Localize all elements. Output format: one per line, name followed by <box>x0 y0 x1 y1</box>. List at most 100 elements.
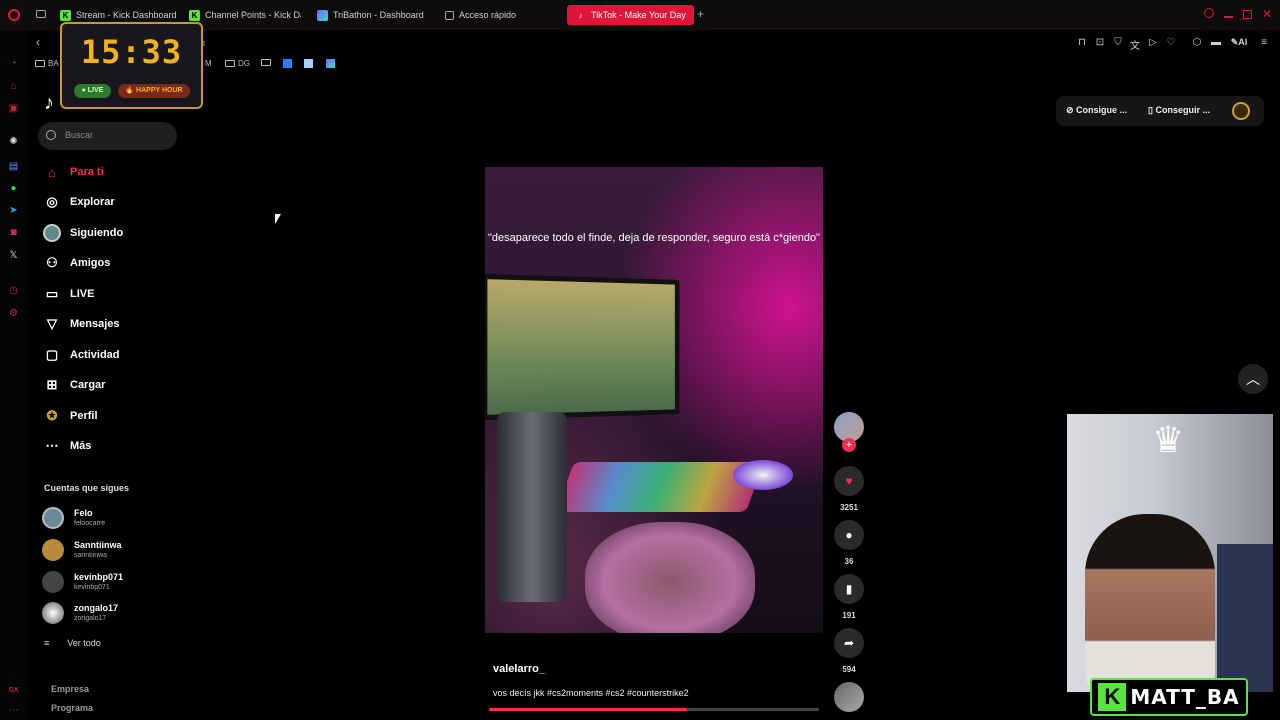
close-window-icon[interactable]: ✕ <box>1262 7 1272 21</box>
footer-programa[interactable]: Programa <box>51 703 93 713</box>
settings-icon[interactable]: ⚙ <box>7 307 20 320</box>
x-twitter-icon[interactable]: 𝕏 <box>7 249 20 262</box>
button-label: Conseguir ... <box>1155 105 1210 115</box>
streamer-name: MATT_BA <box>1130 685 1239 709</box>
heart-icon[interactable]: ♡ <box>1165 37 1177 48</box>
minimize-icon[interactable] <box>1224 16 1233 18</box>
nav-perfil[interactable]: ✪ Perfil <box>40 405 98 427</box>
play-icon[interactable]: ▷ <box>1147 37 1159 48</box>
nav-cargar[interactable]: ⊞ Cargar <box>40 374 105 396</box>
folder-icon <box>225 60 235 67</box>
workspace-icon[interactable] <box>36 10 46 18</box>
profile-avatar-icon[interactable] <box>1232 102 1250 120</box>
bookmark-favicon[interactable] <box>326 59 335 68</box>
maximize-icon[interactable] <box>1243 10 1252 19</box>
bookmark-favicon[interactable] <box>283 59 292 68</box>
bookmark-favicon[interactable] <box>304 59 313 68</box>
nav-para-ti[interactable]: ⌂ Para ti <box>40 161 104 183</box>
scroll-up-button[interactable]: ︿ <box>1238 364 1268 394</box>
nav-label: Explorar <box>70 196 115 208</box>
tab-kick-channel-points[interactable]: K Channel Points - Kick Das <box>189 5 301 25</box>
adblock-shield-icon[interactable]: ⛉ <box>1112 37 1124 48</box>
get-app-button[interactable]: ▯ Conseguir ... <box>1148 105 1210 116</box>
following-account-felo[interactable]: Felo feloocarre <box>42 505 105 531</box>
speed-dial-icon[interactable]: ◔ <box>7 57 20 70</box>
compass-icon: ◎ <box>40 193 64 211</box>
bookmark-label: BA <box>48 59 59 68</box>
gx-control-icon[interactable]: ⌂ <box>7 80 20 93</box>
instagram-icon[interactable]: ◙ <box>7 226 20 239</box>
tab-tiktok[interactable]: ♪ TikTok - Make Your Day <box>567 5 694 25</box>
battery-icon[interactable]: ▬ <box>1210 37 1222 48</box>
following-account-sanntiinwa[interactable]: Sanntiinwa sanntiinwa <box>42 537 122 563</box>
bookmark-tribathon-icon <box>326 59 335 68</box>
bookmark-folder[interactable]: M <box>205 59 212 68</box>
nav-siguiendo[interactable]: Siguiendo <box>40 222 123 244</box>
kick-icon: K <box>60 10 71 21</box>
comment-button[interactable]: ● <box>834 520 864 550</box>
more-dots-icon[interactable]: ⋯ <box>7 704 20 717</box>
send-icon: ▽ <box>40 315 64 333</box>
nav-mensajes[interactable]: ▽ Mensajes <box>40 313 120 335</box>
webcam-person <box>1085 514 1215 692</box>
account-name: kevinbp071 <box>74 572 123 583</box>
bookmark-folder[interactable]: BA <box>35 59 59 68</box>
video-progress-bar[interactable] <box>489 708 819 711</box>
nav-mas[interactable]: ⋯ Más <box>40 435 91 457</box>
tab-label: TriBathon - Dashboard <box>333 10 424 20</box>
get-coins-button[interactable]: ⊘ Consigue ... <box>1066 105 1127 116</box>
search-input[interactable]: Buscar <box>38 122 177 150</box>
gx-label[interactable]: GX <box>7 684 20 697</box>
video-player[interactable]: "desaparece todo el finde, deja de respo… <box>485 167 823 633</box>
like-button[interactable]: ♥ <box>834 466 864 496</box>
history-icon[interactable]: ◷ <box>7 284 20 297</box>
nav-amigos[interactable]: ⚇ Amigos <box>40 252 110 274</box>
coins-icon: ⊘ <box>1066 105 1076 115</box>
avatar <box>42 571 64 593</box>
following-account-kevinbp071[interactable]: kevinbp071 kevinbp071 <box>42 569 123 595</box>
opera-logo-icon[interactable] <box>8 9 20 21</box>
back-icon[interactable]: ‹ <box>36 35 40 49</box>
like-count: 3251 <box>834 503 864 512</box>
kick-icon: K <box>189 10 200 21</box>
search-tabs-icon[interactable] <box>1204 8 1214 18</box>
tiktok-logo-icon[interactable]: ♪ <box>44 92 54 115</box>
avatar <box>42 539 64 561</box>
nav-explorar[interactable]: ◎ Explorar <box>40 191 115 213</box>
gx-corner-icon[interactable]: ▣ <box>7 102 20 115</box>
account-handle: sanntiinwa <box>74 551 122 560</box>
translate-icon[interactable]: 文 <box>1129 37 1141 52</box>
account-handle: feloocarre <box>74 519 105 528</box>
bookmark-blue-icon <box>283 59 292 68</box>
twitch-icon[interactable]: ▤ <box>7 160 20 173</box>
opera-sidebar: ◔ ⌂ ▣ ✺ ▤ ● ➤ ◙ 𝕏 ◷ ⚙ GX ⋯ <box>0 30 28 720</box>
video-author[interactable]: valelarro_ <box>493 663 545 675</box>
follow-plus-icon[interactable]: + <box>842 438 856 452</box>
nav-live[interactable]: ▭ LIVE <box>40 283 94 305</box>
telegram-icon[interactable]: ➤ <box>7 204 20 217</box>
bookmark-icon[interactable]: ⊓ <box>1076 37 1088 48</box>
menu-icon[interactable]: ≡ <box>1258 37 1270 48</box>
ai-button[interactable]: ✎AI <box>1229 37 1249 48</box>
following-account-zongalo17[interactable]: zongalo17 zongalo17 <box>42 600 118 626</box>
friends-icon: ⚇ <box>40 254 64 272</box>
tribathon-icon <box>317 10 328 21</box>
video-keyboard-scene <box>556 462 764 512</box>
extensions-icon[interactable]: ⬡ <box>1191 37 1203 48</box>
share-button[interactable]: ➦ <box>834 628 864 658</box>
nav-label: Mensajes <box>70 318 120 330</box>
account-name: Felo <box>74 508 105 519</box>
ai-assistant-icon[interactable]: ✺ <box>7 135 20 148</box>
save-button[interactable]: ▮ <box>834 574 864 604</box>
see-all-link[interactable]: ≡ Ver todo <box>44 638 101 648</box>
snapshot-icon[interactable]: ⊡ <box>1094 37 1106 48</box>
bookmark-folder[interactable]: DG <box>225 59 250 68</box>
tab-acceso-rapido[interactable]: Acceso rápido <box>445 5 555 25</box>
whatsapp-icon[interactable]: ● <box>7 182 20 195</box>
nav-actividad[interactable]: ▢ Actividad <box>40 344 120 366</box>
bookmark-folder[interactable] <box>261 59 271 66</box>
footer-empresa[interactable]: Empresa <box>51 684 89 694</box>
music-disc[interactable] <box>834 682 864 712</box>
tab-tribathon[interactable]: TriBathon - Dashboard <box>317 5 437 25</box>
new-tab-plus-icon[interactable]: + <box>697 7 704 21</box>
